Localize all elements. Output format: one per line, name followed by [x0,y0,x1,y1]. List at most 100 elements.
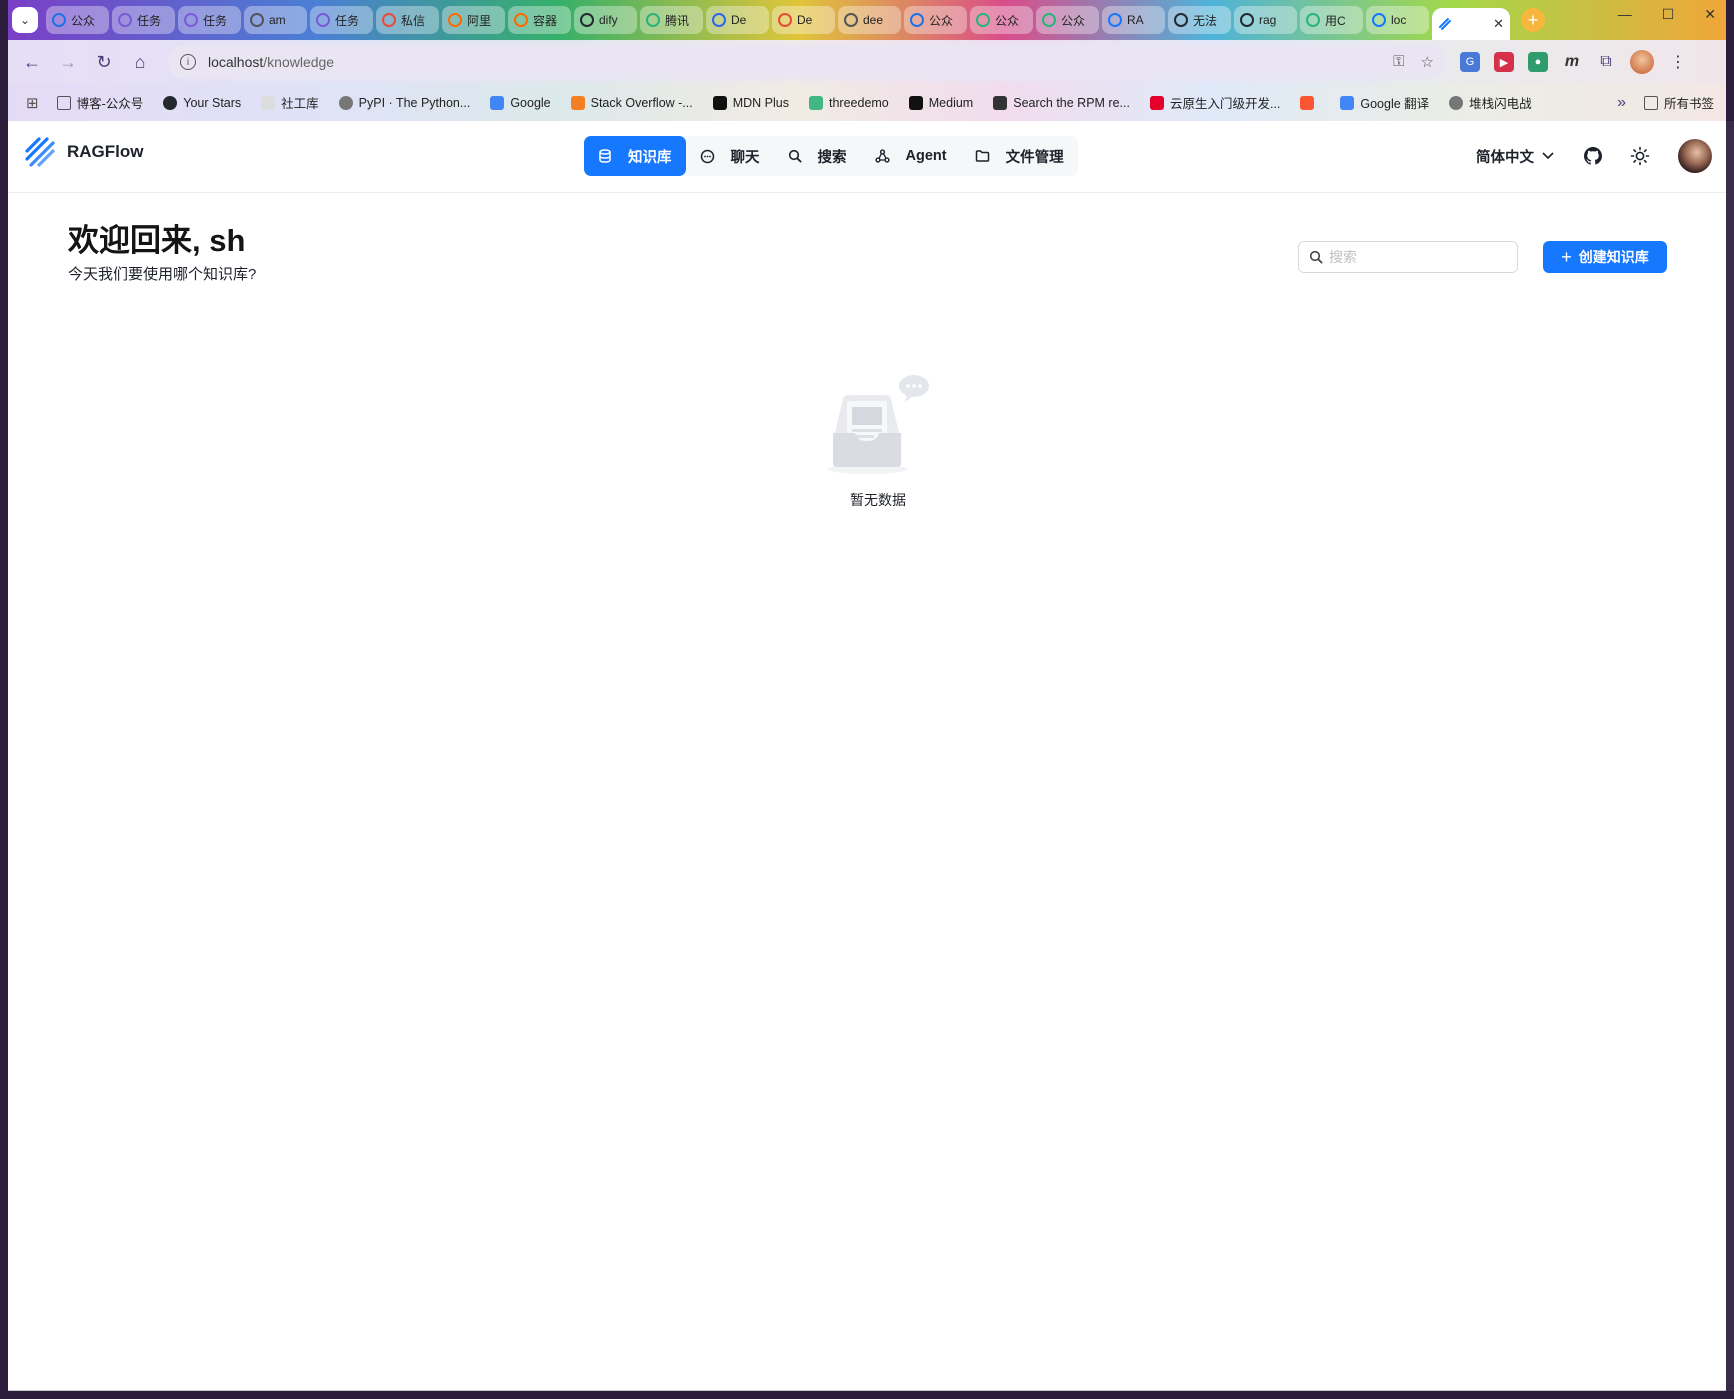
brand-name: RAGFlow [67,142,144,161]
browser-tab[interactable]: 公众 [904,6,967,34]
browser-tab[interactable]: rag [1234,6,1297,34]
browser-tab[interactable]: 任务 [310,6,373,34]
browser-tab[interactable]: 私信 [376,6,439,34]
folder-icon [1643,95,1658,110]
profile-avatar[interactable] [1630,50,1654,74]
browser-tab[interactable]: 无法 [1168,6,1231,34]
theme-toggle-sun-icon[interactable] [1630,146,1650,166]
bookmark-item[interactable]: PyPI · The Python... [338,95,471,110]
more-menu-icon[interactable]: ⋮ [1668,52,1688,72]
site-info-icon[interactable]: i [180,54,196,70]
nav-item-files[interactable]: 文件管理 [961,136,1078,176]
ragflow-logo-icon [25,137,55,167]
bookmark-item[interactable]: 社工库 [261,93,319,112]
language-selector[interactable]: 简体中文 [1476,146,1554,167]
bookmark-item[interactable]: Stack Overflow -... [570,95,693,110]
close-tab-icon[interactable]: ✕ [1493,16,1504,32]
tab-label: 任务 [203,13,228,28]
user-avatar[interactable] [1678,139,1712,173]
address-bar[interactable]: i localhost/knowledge ⚿ ☆ [168,45,1446,79]
browser-tab[interactable]: 容器 [508,6,571,34]
bookmark-item[interactable]: 博客-公众号 [56,93,143,112]
reload-button[interactable]: ↻ [90,48,118,76]
nav-label: 知识库 [628,149,672,166]
stackoverflow-icon [570,95,585,110]
bookmark-label: threedemo [829,95,889,110]
all-bookmarks[interactable]: 所有书签 [1643,93,1714,112]
m-extension-icon[interactable]: m [1562,52,1582,72]
bookmark-star-icon[interactable]: ☆ [1421,53,1434,71]
bookmark-item[interactable] [1300,95,1320,110]
browser-tab[interactable]: 用C [1300,6,1363,34]
browser-tab[interactable]: 公众 [1036,6,1099,34]
nav-item-knowledge[interactable]: 知识库 [584,136,686,176]
new-tab-button[interactable]: + [1521,8,1545,32]
bookmark-item[interactable]: Your Stars [163,95,241,110]
browser-tab[interactable]: 任务 [112,6,175,34]
browser-tab[interactable]: loc [1366,6,1429,34]
bookmark-item[interactable]: Google [490,95,551,110]
search-icon [1309,250,1323,264]
url-path: /knowledge [263,54,335,70]
window-controls: — ☐ ✕ [1618,6,1716,23]
knowledge-search-input[interactable]: 搜索 [1298,241,1518,273]
maximize-icon[interactable]: ☐ [1662,6,1675,23]
bookmark-label: 堆栈闪电战 [1469,97,1532,111]
browser-tab[interactable]: dify [574,6,637,34]
media-extension-icon[interactable]: ▶ [1494,52,1514,72]
puzzle-extension-icon[interactable]: ⧉ [1596,52,1616,72]
bookmark-item[interactable]: 云原生入门级开发... [1149,93,1280,112]
folder-icon [56,95,71,110]
extensions-area: G ▶ ● m ⧉ ⋮ [1460,50,1688,74]
github-icon[interactable] [1584,147,1602,165]
create-button-label: 创建知识库 [1578,249,1649,265]
browser-tab[interactable]: 阿里 [442,6,505,34]
forward-button[interactable]: → [54,48,82,76]
toggle-extension-icon[interactable]: ● [1528,52,1548,72]
bookmark-item[interactable]: Search the RPM re... [993,95,1130,110]
create-knowledge-base-button[interactable]: + 创建知识库 [1543,241,1667,273]
browser-tab[interactable]: am [244,6,307,34]
csdn-icon [1300,95,1315,110]
bookmark-item[interactable]: 堆栈闪电战 [1449,93,1532,112]
brand-logo[interactable]: RAGFlow [23,135,144,169]
browser-tab[interactable]: RA [1102,6,1165,34]
browser-chrome: ⌄ 公众 任务 任务 am 任务 私信 阿里 容器 dify 腾讯 De De dee 公众 公众 公众 RA 无… [8,0,1726,121]
welcome-section: 欢迎回来, sh 今天我们要使用哪个知识库? [68,221,256,284]
bookmarks-more-icon[interactable]: » [1617,94,1626,112]
bookmark-label: 社工库 [281,97,319,111]
bookmark-item[interactable]: threedemo [809,95,889,110]
nav-item-chat[interactable]: 聊天 [686,136,774,176]
active-tab[interactable]: ✕ [1432,8,1510,40]
apps-grid-icon[interactable]: ⊞ [26,94,39,112]
page-icon [261,95,276,110]
tab-favicon-icon [1306,13,1320,27]
chat-icon [700,149,723,164]
folder-icon [975,149,998,163]
tab-search-button[interactable]: ⌄ [12,7,38,33]
tab-favicon-icon [448,13,462,27]
tab-favicon-icon [250,13,264,27]
browser-tab[interactable]: De [772,6,835,34]
tab-label: 公众 [71,13,96,28]
back-button[interactable]: ← [18,48,46,76]
bookmark-item[interactable]: Medium [908,95,973,110]
browser-tab[interactable]: 公众 [970,6,1033,34]
nav-item-search[interactable]: 搜索 [774,136,861,176]
nav-label: 文件管理 [1005,149,1064,166]
browser-tab[interactable]: 腾讯 [640,6,703,34]
home-button[interactable]: ⌂ [126,48,154,76]
password-key-icon[interactable]: ⚿ [1393,53,1404,71]
bookmark-label: PyPI · The Python... [358,95,471,110]
minimize-icon[interactable]: — [1618,6,1632,23]
linux-icon [993,95,1008,110]
nav-item-agent[interactable]: Agent [861,136,961,176]
translate-extension-icon[interactable]: G [1460,52,1480,72]
browser-tab[interactable]: 任务 [178,6,241,34]
browser-tab[interactable]: dee [838,6,901,34]
close-window-icon[interactable]: ✕ [1704,6,1716,23]
browser-tab[interactable]: 公众 [46,6,109,34]
bookmark-item[interactable]: MDN Plus [712,95,789,110]
browser-tab[interactable]: De [706,6,769,34]
bookmark-item[interactable]: Google 翻译 [1340,93,1429,112]
